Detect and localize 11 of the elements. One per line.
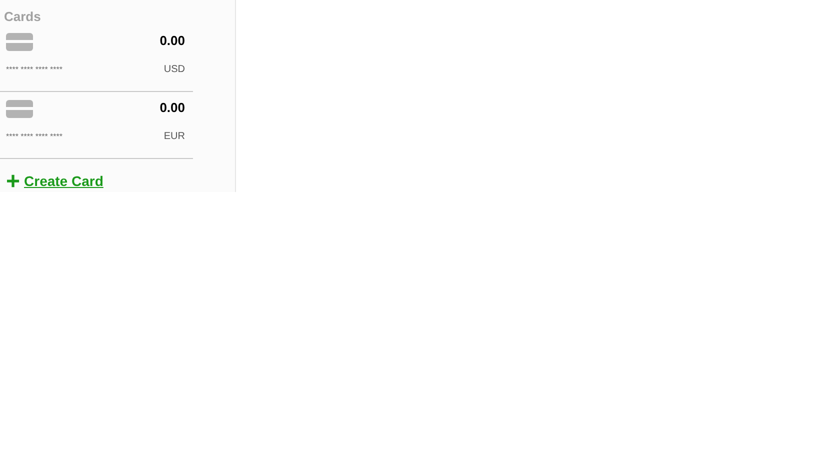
plus-icon: + (6, 174, 20, 190)
card-balance: 0.00 (160, 99, 185, 117)
section-title: Cards (3, 8, 42, 25)
create-card-link[interactable]: Create Card (24, 171, 104, 192)
card-balance: 0.00 (160, 32, 185, 50)
credit-card-icon (6, 100, 33, 118)
credit-card-icon (6, 33, 33, 51)
card-number: **** **** **** **** (6, 130, 62, 142)
card-currency: USD (164, 63, 185, 77)
card-currency: EUR (164, 130, 185, 144)
card-number: **** **** **** **** (6, 64, 62, 76)
